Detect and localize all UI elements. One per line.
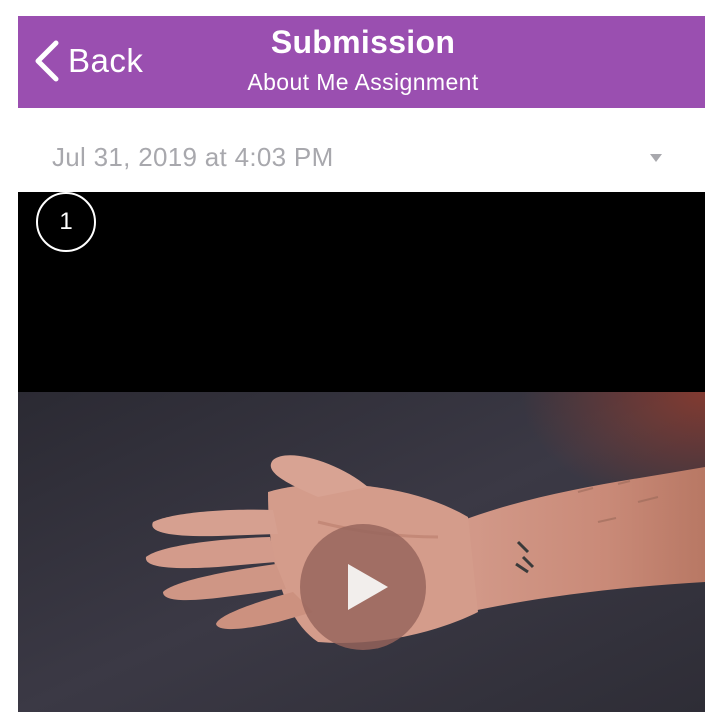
step-number-badge: 1 xyxy=(36,192,96,252)
video-player[interactable] xyxy=(18,192,705,712)
app-screen: Back Submission About Me Assignment Jul … xyxy=(18,16,705,712)
back-label: Back xyxy=(68,42,144,79)
chevron-left-icon xyxy=(35,40,59,82)
back-button[interactable]: Back xyxy=(32,36,143,86)
navigation-bar: Back Submission About Me Assignment xyxy=(18,16,705,108)
submission-date: Jul 31, 2019 at 4:03 PM xyxy=(52,142,334,172)
caret-down-icon xyxy=(650,154,662,162)
page-title: Submission xyxy=(270,24,456,60)
play-icon xyxy=(348,564,388,610)
page-subtitle: About Me Assignment xyxy=(247,69,479,95)
play-button[interactable] xyxy=(300,524,426,650)
submission-date-selector[interactable]: Jul 31, 2019 at 4:03 PM xyxy=(18,108,705,192)
